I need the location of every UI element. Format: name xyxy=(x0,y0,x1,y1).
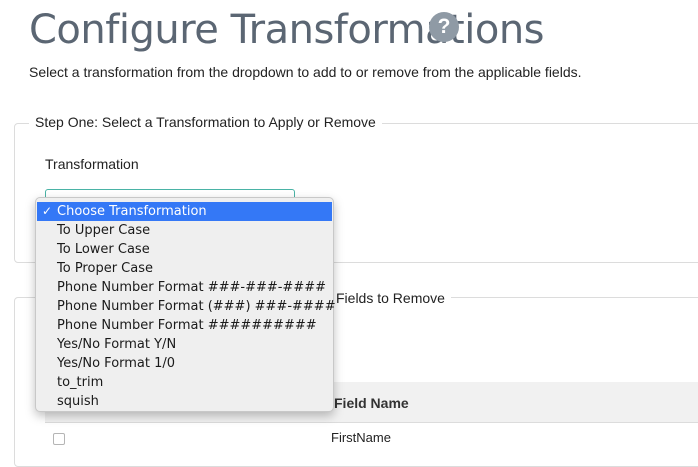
table-cell-field-name: FirstName xyxy=(331,430,391,445)
dropdown-option-label: Yes/No Format Y/N xyxy=(57,337,177,352)
transformation-dropdown-menu: ✓ Choose Transformation To Upper Case To… xyxy=(35,197,336,412)
dropdown-option-label: to_trim xyxy=(57,375,104,390)
dropdown-option-label: To Upper Case xyxy=(57,223,151,238)
dropdown-option-upper-case[interactable]: To Upper Case xyxy=(37,221,332,240)
fields-to-remove-legend: Fields to Remove xyxy=(330,290,451,306)
dropdown-option-yes-no-yn[interactable]: Yes/No Format Y/N xyxy=(37,335,332,354)
dropdown-option-to-trim[interactable]: to_trim xyxy=(37,373,332,392)
dropdown-option-phone-parens[interactable]: Phone Number Format (###) ###-#### xyxy=(37,297,336,316)
dropdown-option-label: squish xyxy=(57,394,99,409)
dropdown-option-label: Choose Transformation xyxy=(57,204,207,219)
dropdown-option-proper-case[interactable]: To Proper Case xyxy=(37,259,332,278)
dropdown-option-label: To Lower Case xyxy=(57,242,150,257)
dropdown-option-lower-case[interactable]: To Lower Case xyxy=(37,240,332,259)
dropdown-option-phone-plain[interactable]: Phone Number Format ########## xyxy=(37,316,332,335)
help-icon[interactable]: ? xyxy=(429,12,459,42)
step-one-legend: Step One: Select a Transformation to App… xyxy=(29,114,382,130)
dropdown-option-phone-dashes[interactable]: Phone Number Format ###-###-#### xyxy=(37,278,332,297)
transformation-label: Transformation xyxy=(45,156,139,172)
dropdown-option-choose-transformation[interactable]: ✓ Choose Transformation xyxy=(37,202,332,221)
page-title: Configure Transformations xyxy=(29,7,545,53)
dropdown-option-label: Phone Number Format ########## xyxy=(57,318,317,333)
dropdown-option-label: Phone Number Format (###) ###-#### xyxy=(57,299,336,314)
field-name-column-header[interactable]: Field Name xyxy=(334,395,409,411)
dropdown-option-yes-no-10[interactable]: Yes/No Format 1/0 xyxy=(37,354,332,373)
dropdown-option-squish[interactable]: squish xyxy=(37,392,332,411)
page-subtitle: Select a transformation from the dropdow… xyxy=(29,64,582,80)
dropdown-option-label: Yes/No Format 1/0 xyxy=(57,356,176,371)
checkmark-icon: ✓ xyxy=(42,204,53,218)
dropdown-option-label: Phone Number Format ###-###-#### xyxy=(57,280,327,295)
dropdown-option-label: To Proper Case xyxy=(57,261,153,276)
row-checkbox[interactable] xyxy=(53,433,65,445)
